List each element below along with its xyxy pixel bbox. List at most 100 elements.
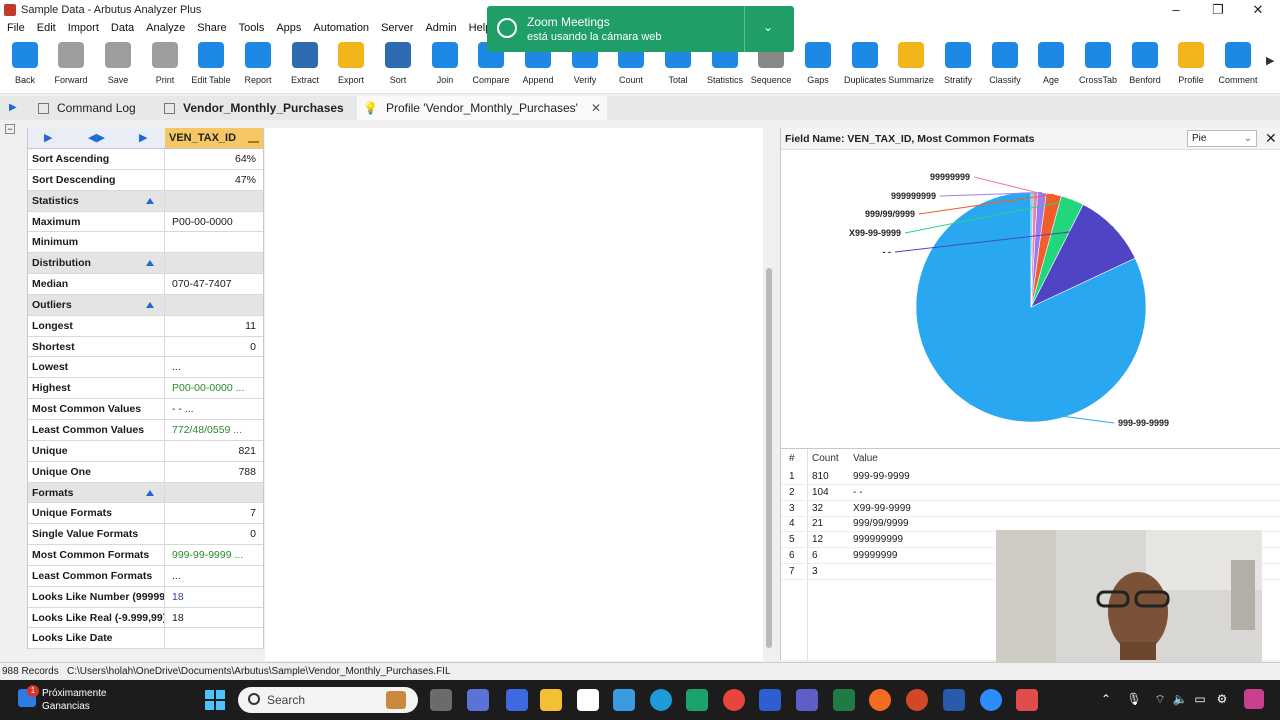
toolbar-print-button[interactable]: Print bbox=[142, 42, 188, 85]
expand-panel-icon[interactable]: ▶ bbox=[9, 102, 17, 113]
microphone-icon[interactable]: 🎙 bbox=[1126, 692, 1142, 708]
menu-item-file[interactable]: File bbox=[7, 22, 25, 34]
toolbar-edit-table-button[interactable]: Edit Table bbox=[188, 42, 234, 85]
next-column-icon[interactable]: ▶ bbox=[139, 131, 147, 144]
toolbar-duplicates-button[interactable]: Duplicates bbox=[842, 42, 888, 85]
toolbar-scroll-icon[interactable]: ▶ bbox=[1266, 54, 1274, 67]
toolbar-sort-button[interactable]: Sort bbox=[375, 42, 421, 85]
toolbar-back-button[interactable]: Back bbox=[2, 42, 48, 85]
profile-row-value[interactable]: 772/48/0559 ... bbox=[165, 420, 263, 440]
excel-icon[interactable] bbox=[833, 689, 855, 711]
close-tab-icon[interactable]: ✕ bbox=[591, 101, 601, 115]
collapse-section-icon[interactable] bbox=[146, 260, 154, 267]
close-window-icon[interactable]: ✕ bbox=[1238, 0, 1278, 20]
meet-icon[interactable] bbox=[506, 689, 528, 711]
snipping-tool-icon[interactable] bbox=[1016, 689, 1038, 711]
toolbar-stratify-button[interactable]: Stratify bbox=[935, 42, 981, 85]
zoom-icon[interactable] bbox=[980, 689, 1002, 711]
tab-profile[interactable]: 💡 Profile 'Vendor_Monthly_Purchases' ✕ bbox=[357, 96, 607, 120]
toolbar-benford-button[interactable]: Benford bbox=[1122, 42, 1168, 85]
webcam-video bbox=[996, 530, 1262, 682]
file-path: C:\Users\holah\OneDrive\Documents\Arbutu… bbox=[67, 666, 451, 677]
profile-row-value[interactable]: - - ... bbox=[165, 399, 263, 419]
arbutus-icon[interactable] bbox=[869, 689, 891, 711]
collapse-section-icon[interactable] bbox=[146, 489, 154, 496]
zoom-notification[interactable]: Zoom Meetings está usando la cámara web … bbox=[487, 6, 794, 52]
profile-section-row: Outliers bbox=[28, 294, 263, 316]
format-cell-n: 2 bbox=[789, 486, 795, 498]
tab-vendor-table[interactable]: Vendor_Monthly_Purchases bbox=[160, 96, 356, 120]
scroll-columns-icon[interactable]: ◀▶ bbox=[88, 131, 105, 144]
bar-chart-icon[interactable] bbox=[248, 133, 259, 143]
teams-icon[interactable] bbox=[467, 689, 489, 711]
toolbar-classify-button[interactable]: Classify bbox=[982, 42, 1028, 85]
file-explorer-icon[interactable] bbox=[540, 689, 562, 711]
toolbar-age-button[interactable]: Age bbox=[1028, 42, 1074, 85]
format-table-row[interactable]: 2 104 - - bbox=[781, 485, 1280, 501]
chart-type-select[interactable]: Pie ⌄ bbox=[1187, 130, 1257, 147]
app-icon[interactable] bbox=[686, 689, 708, 711]
toolbar-join-button[interactable]: Join bbox=[422, 42, 468, 85]
news-widget[interactable]: Próximamente Ganancias bbox=[42, 687, 106, 713]
amazon-icon[interactable] bbox=[577, 689, 599, 711]
taskbar-search-input[interactable]: Search bbox=[238, 687, 418, 713]
menu-item-share[interactable]: Share bbox=[197, 22, 226, 34]
column-header[interactable]: VEN_TAX_ID bbox=[165, 128, 263, 148]
windows-start-icon[interactable] bbox=[205, 690, 225, 710]
prev-column-icon[interactable]: ▶ bbox=[44, 131, 52, 144]
profile-row-label-text: Sort Descending bbox=[32, 173, 116, 186]
menu-item-apps[interactable]: Apps bbox=[276, 22, 301, 34]
menu-item-import[interactable]: Import bbox=[68, 22, 99, 34]
format-table-row[interactable]: 1 810 999-99-9999 bbox=[781, 469, 1280, 485]
toolbar-crosstab-button[interactable]: CrossTab bbox=[1075, 42, 1121, 85]
toolbar-profile-button[interactable]: Profile bbox=[1168, 42, 1214, 85]
wifi-icon[interactable]: ⌔ bbox=[1152, 692, 1168, 708]
maximize-icon[interactable]: ❐ bbox=[1198, 0, 1238, 20]
profile-row: Lowest ... bbox=[28, 357, 263, 379]
chevron-down-icon[interactable]: ⌄ bbox=[763, 20, 773, 34]
collapse-icon[interactable]: − bbox=[5, 124, 15, 134]
profile-row-value[interactable]: 999-99-9999 ... bbox=[165, 545, 263, 565]
menu-item-analyze[interactable]: Analyze bbox=[146, 22, 185, 34]
menu-item-tools[interactable]: Tools bbox=[239, 22, 265, 34]
speaker-icon[interactable]: 🔈 bbox=[1172, 692, 1188, 708]
profile-row-label-text: Median bbox=[32, 278, 69, 291]
settings-icon[interactable]: ⚙ bbox=[1214, 692, 1230, 708]
profile-row-value[interactable]: ... bbox=[165, 357, 263, 377]
toolbar-export-button[interactable]: Export bbox=[328, 42, 374, 85]
chrome-icon[interactable] bbox=[723, 689, 745, 711]
teams-work-icon[interactable] bbox=[796, 689, 818, 711]
minimize-icon[interactable]: – bbox=[1156, 0, 1196, 20]
menu-item-server[interactable]: Server bbox=[381, 22, 413, 34]
menu-item-edit[interactable]: Edit bbox=[37, 22, 56, 34]
collapse-section-icon[interactable] bbox=[146, 301, 154, 308]
collapse-section-icon[interactable] bbox=[146, 197, 154, 204]
toolbar-save-button[interactable]: Save bbox=[95, 42, 141, 85]
tab-command-log[interactable]: Command Log bbox=[34, 96, 158, 120]
toolbar-report-button[interactable]: Report bbox=[235, 42, 281, 85]
menu-item-automation[interactable]: Automation bbox=[313, 22, 369, 34]
store-icon[interactable] bbox=[613, 689, 635, 711]
profile-row: Looks Like Real (-9.999,99) 18 bbox=[28, 607, 263, 629]
vertical-scrollbar[interactable] bbox=[766, 268, 772, 648]
word-icon[interactable] bbox=[943, 689, 965, 711]
copilot-icon[interactable] bbox=[1244, 689, 1264, 709]
toolbar-extract-button[interactable]: Extract bbox=[282, 42, 328, 85]
battery-icon[interactable]: ▭ bbox=[1192, 692, 1208, 708]
menu-item-data[interactable]: Data bbox=[111, 22, 134, 34]
profile-row-value[interactable]: P00-00-0000 ... bbox=[165, 378, 263, 398]
close-panel-icon[interactable]: ✕ bbox=[1265, 130, 1277, 147]
powerpoint-icon[interactable] bbox=[906, 689, 928, 711]
edge-icon[interactable] bbox=[650, 689, 672, 711]
format-table-row[interactable]: 3 32 X99-99-9999 bbox=[781, 501, 1280, 517]
chevron-up-icon[interactable]: ⌃ bbox=[1098, 692, 1114, 708]
toolbar-gaps-button[interactable]: Gaps bbox=[795, 42, 841, 85]
profile-row-label: Looks Like Number (99999) bbox=[28, 586, 165, 607]
toolbar-comment-button[interactable]: Comment bbox=[1215, 42, 1261, 85]
menu-item-admin[interactable]: Admin bbox=[425, 22, 456, 34]
vpn-icon[interactable] bbox=[759, 689, 781, 711]
task-view-icon[interactable] bbox=[430, 689, 452, 711]
profile-row-value[interactable]: ... bbox=[165, 566, 263, 586]
toolbar-summarize-button[interactable]: Summarize bbox=[888, 42, 934, 85]
toolbar-forward-button[interactable]: Forward bbox=[48, 42, 94, 85]
